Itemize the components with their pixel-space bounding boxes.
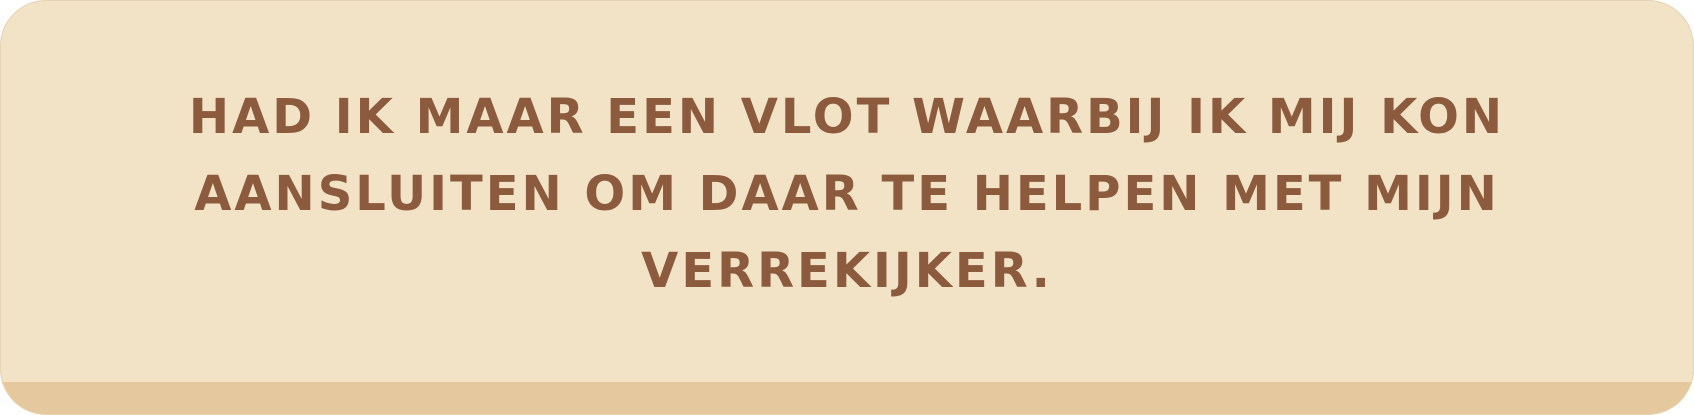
- message-text: HAD IK MAAR EEN VLOT WAARBIJ IK MIJ KON …: [188, 89, 1506, 299]
- message-card: HAD IK MAAR EEN VLOT WAARBIJ IK MIJ KON …: [0, 0, 1694, 415]
- card-bottom-band: [1, 382, 1693, 414]
